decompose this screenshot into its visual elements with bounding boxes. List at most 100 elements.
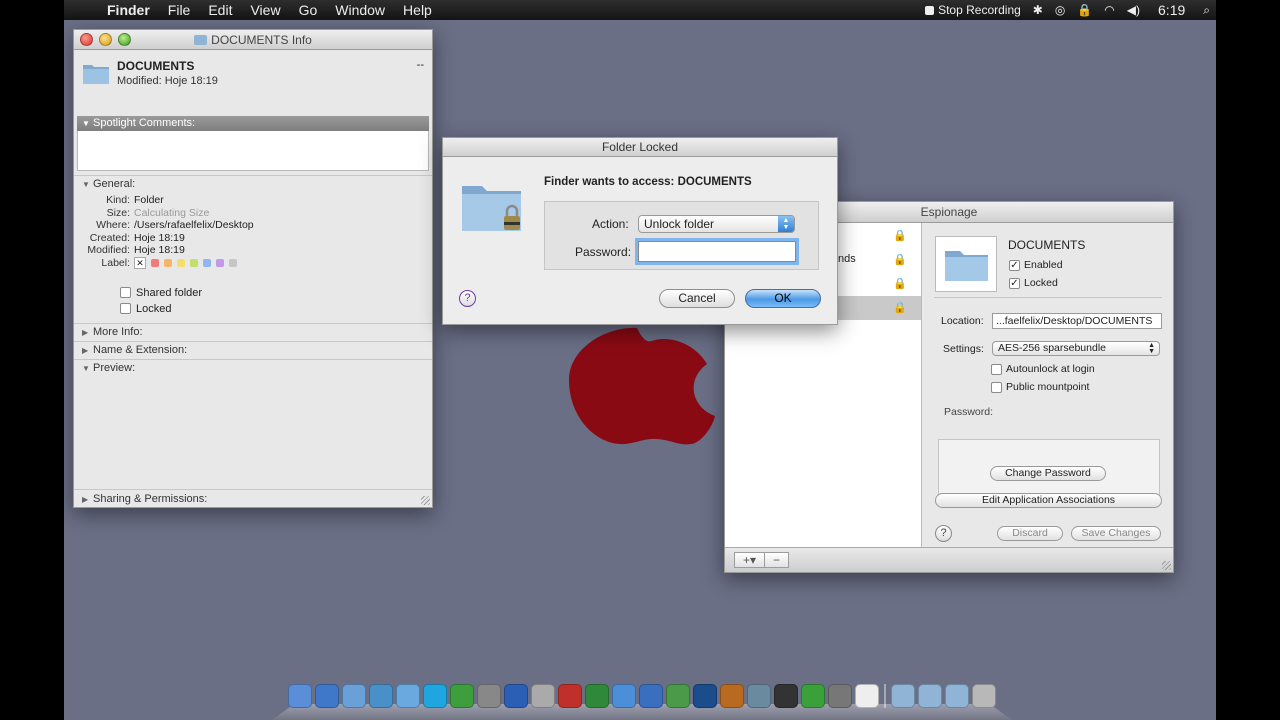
folder-icon[interactable] bbox=[945, 684, 969, 708]
password-input[interactable] bbox=[638, 241, 796, 262]
settings-popup[interactable]: AES-256 sparsebundle ▲ ▼ bbox=[992, 341, 1160, 356]
preview-header[interactable]: ▼ Preview: bbox=[74, 360, 432, 377]
finder-icon[interactable] bbox=[288, 684, 312, 708]
iphoto-icon[interactable] bbox=[747, 684, 771, 708]
label-color-swatch[interactable] bbox=[190, 258, 198, 267]
gear-status-icon[interactable]: ✱ bbox=[1027, 3, 1049, 17]
menu-go[interactable]: Go bbox=[290, 2, 327, 18]
utorrent-icon[interactable] bbox=[450, 684, 474, 708]
folder-icon[interactable] bbox=[918, 684, 942, 708]
info-titlebar[interactable]: DOCUMENTS Info bbox=[74, 30, 432, 50]
shared-folder-checkbox-row[interactable]: Shared folder bbox=[74, 285, 432, 301]
popup-arrows-icon: ▲ ▼ bbox=[1148, 342, 1155, 355]
folder-icon[interactable] bbox=[891, 684, 915, 708]
dialog-help-button[interactable]: ? bbox=[459, 290, 476, 307]
discard-button[interactable]: Discard bbox=[997, 526, 1063, 541]
preview-icon[interactable] bbox=[342, 684, 366, 708]
quicktime-icon[interactable] bbox=[639, 684, 663, 708]
menu-edit[interactable]: Edit bbox=[199, 2, 241, 18]
cancel-button[interactable]: Cancel bbox=[659, 289, 735, 308]
menu-file[interactable]: File bbox=[159, 2, 200, 18]
word-icon[interactable] bbox=[504, 684, 528, 708]
appstore-icon[interactable] bbox=[315, 684, 339, 708]
menu-clock[interactable]: 6:19 bbox=[1146, 2, 1197, 18]
trash-app-icon[interactable] bbox=[477, 684, 501, 708]
info-size: -- bbox=[416, 59, 424, 71]
green-icon[interactable] bbox=[801, 684, 825, 708]
menu-view[interactable]: View bbox=[241, 2, 289, 18]
menu-help[interactable]: Help bbox=[394, 2, 441, 18]
label-color-swatch[interactable] bbox=[229, 258, 237, 267]
label-color-swatch[interactable] bbox=[216, 258, 224, 267]
shared-folder-checkbox[interactable] bbox=[120, 287, 131, 298]
bridge-icon[interactable] bbox=[720, 684, 744, 708]
textedit-icon[interactable] bbox=[855, 684, 879, 708]
spotlight-comments-header[interactable]: ▼ Spotlight Comments: bbox=[77, 116, 429, 131]
espionage-help-button[interactable]: ? bbox=[935, 525, 952, 542]
label-color-swatch[interactable] bbox=[203, 258, 211, 267]
volume-icon[interactable]: ◀) bbox=[1121, 3, 1146, 17]
password-section-label: Password: bbox=[944, 406, 994, 418]
label-color-swatch[interactable] bbox=[164, 258, 172, 267]
lock-icon[interactable] bbox=[531, 684, 555, 708]
edit-application-associations-button[interactable]: Edit Application Associations bbox=[935, 493, 1162, 508]
dvd-icon[interactable] bbox=[774, 684, 798, 708]
locked-checkbox-row[interactable]: ✓ Locked bbox=[1009, 277, 1058, 289]
remove-folder-button[interactable]: − bbox=[765, 552, 789, 568]
name-extension-header[interactable]: ▶ Name & Extension: bbox=[74, 342, 432, 359]
ok-button[interactable]: OK bbox=[745, 289, 821, 308]
photoshop-icon[interactable] bbox=[693, 684, 717, 708]
menu-finder[interactable]: Finder bbox=[98, 2, 159, 18]
locked-checkbox[interactable] bbox=[120, 303, 131, 314]
folder-well[interactable] bbox=[935, 236, 997, 292]
more-info-header[interactable]: ▶ More Info: bbox=[74, 324, 432, 341]
folder-locked-dialog: Folder Locked Finder wants to access: DO… bbox=[442, 137, 838, 325]
location-field[interactable]: ...faelfelix/Desktop/DOCUMENTS bbox=[992, 313, 1162, 329]
stop-recording-button[interactable]: Stop Recording bbox=[919, 3, 1027, 17]
lock-status-icon[interactable]: 🔒 bbox=[1071, 3, 1098, 17]
resize-handle[interactable] bbox=[1162, 561, 1171, 570]
safari-icon[interactable] bbox=[369, 684, 393, 708]
zoom-button[interactable] bbox=[118, 33, 131, 46]
itunes-icon[interactable] bbox=[612, 684, 636, 708]
close-button[interactable] bbox=[80, 33, 93, 46]
action-popup[interactable]: Unlock folder ▲ ▼ bbox=[638, 215, 795, 233]
label-color-swatch[interactable] bbox=[177, 258, 185, 267]
stop-icon bbox=[925, 5, 935, 15]
change-password-button[interactable]: Change Password bbox=[990, 466, 1106, 481]
spotlight-search-icon[interactable]: ⌕ bbox=[1197, 3, 1216, 18]
public-mountpoint-checkbox-row[interactable]: Public mountpoint bbox=[991, 381, 1089, 393]
resize-handle[interactable] bbox=[421, 496, 430, 505]
enabled-checkbox[interactable]: ✓ bbox=[1009, 259, 1020, 271]
acrobat-icon[interactable] bbox=[558, 684, 582, 708]
minimize-button[interactable] bbox=[99, 33, 112, 46]
sync-status-icon[interactable]: ◎ bbox=[1049, 3, 1071, 17]
spotlight-comments-field[interactable] bbox=[77, 131, 429, 171]
dialog-titlebar[interactable]: Folder Locked bbox=[443, 138, 837, 157]
autounlock-checkbox[interactable] bbox=[991, 363, 1002, 375]
label-none-button[interactable]: ✕ bbox=[134, 256, 146, 269]
general-section-header[interactable]: ▼ General: bbox=[74, 176, 432, 193]
timemachine-icon[interactable] bbox=[666, 684, 690, 708]
label-color-swatch[interactable] bbox=[151, 258, 159, 267]
wifi-icon[interactable]: ◠ bbox=[1098, 3, 1120, 17]
enabled-checkbox-row[interactable]: ✓ Enabled bbox=[1009, 259, 1063, 271]
preview-label: Preview: bbox=[93, 361, 136, 374]
excel-icon[interactable] bbox=[585, 684, 609, 708]
save-changes-button[interactable]: Save Changes bbox=[1071, 526, 1161, 541]
locked-checkbox[interactable]: ✓ bbox=[1009, 277, 1020, 289]
locked-checkbox-row[interactable]: Locked bbox=[74, 301, 432, 317]
espionage-icon[interactable] bbox=[828, 684, 852, 708]
autounlock-checkbox-row[interactable]: Autounlock at login bbox=[991, 363, 1095, 375]
menu-window[interactable]: Window bbox=[326, 2, 394, 18]
add-folder-button[interactable]: +▾ bbox=[734, 552, 765, 568]
menu-bar: Finder File Edit View Go Window Help Sto… bbox=[64, 0, 1216, 20]
dialog-prompt: Finder wants to access: DOCUMENTS bbox=[544, 176, 752, 188]
public-mountpoint-checkbox[interactable] bbox=[991, 381, 1002, 393]
sharing-permissions-header[interactable]: ▶ Sharing & Permissions: bbox=[74, 491, 207, 508]
created-row: Created: Hoje 18:19 bbox=[74, 232, 432, 245]
skype-icon[interactable] bbox=[423, 684, 447, 708]
contacts-icon[interactable] bbox=[396, 684, 420, 708]
settings-value: AES-256 sparsebundle bbox=[998, 342, 1106, 354]
trash-icon[interactable] bbox=[972, 684, 996, 708]
